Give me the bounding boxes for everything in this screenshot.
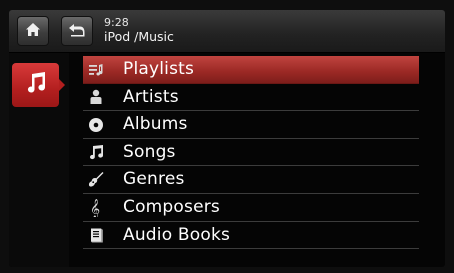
menu-item-label: Songs — [123, 141, 176, 162]
menu-item-audio-books[interactable]: Audio Books — [83, 222, 419, 250]
artist-icon — [87, 88, 105, 107]
guitar-icon — [87, 170, 105, 189]
ipod-music-screen: 9:28 iPod /Music Playlists Artists Album… — [9, 10, 445, 267]
menu-item-label: Artists — [123, 86, 179, 107]
menu-item-playlists[interactable]: Playlists — [83, 56, 419, 84]
menu-item-label: Composers — [123, 196, 220, 217]
home-icon — [25, 22, 41, 41]
menu-item-label: Albums — [123, 114, 188, 135]
music-note-icon — [87, 143, 105, 162]
source-pointer — [59, 79, 65, 91]
back-arrow-icon — [68, 22, 86, 41]
menu-item-label: Playlists — [123, 59, 195, 79]
album-disc-icon — [87, 115, 105, 134]
treble-clef-icon: 𝄞 — [87, 198, 105, 217]
menu-item-songs[interactable]: Songs — [83, 139, 419, 167]
clock-time: 9:28 — [104, 16, 129, 29]
home-button[interactable] — [17, 16, 49, 46]
source-sidebar — [9, 53, 69, 267]
music-menu-list: Playlists Artists Albums Songs Genres 𝄞 … — [83, 56, 419, 250]
top-bar: 9:28 iPod /Music — [9, 10, 445, 53]
breadcrumb: iPod /Music — [104, 29, 174, 44]
menu-item-composers[interactable]: 𝄞 Composers — [83, 194, 419, 222]
menu-item-genres[interactable]: Genres — [83, 166, 419, 194]
music-note-icon — [24, 71, 48, 99]
music-source-button[interactable] — [12, 63, 59, 107]
book-icon — [87, 226, 105, 245]
menu-item-label: Audio Books — [123, 224, 231, 245]
menu-item-label: Genres — [123, 169, 185, 190]
playlist-icon — [87, 60, 105, 79]
menu-item-artists[interactable]: Artists — [83, 84, 419, 112]
back-button[interactable] — [61, 16, 93, 46]
menu-item-albums[interactable]: Albums — [83, 111, 419, 139]
svg-text:𝄞: 𝄞 — [90, 199, 100, 217]
